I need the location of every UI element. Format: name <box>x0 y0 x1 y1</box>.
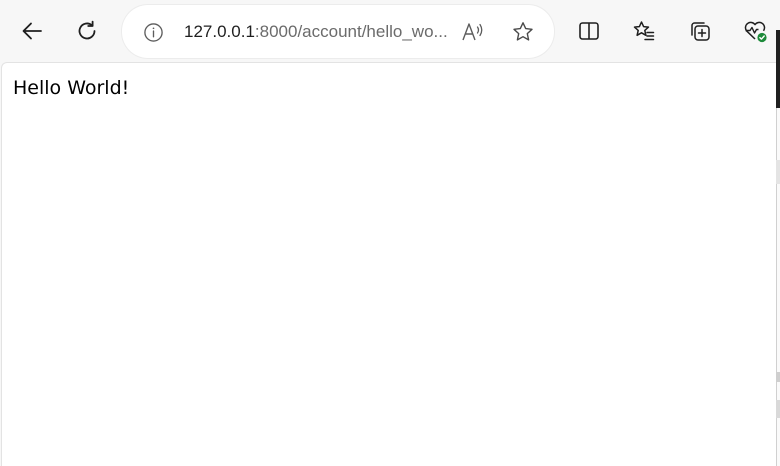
browser-essentials-icon <box>744 21 767 43</box>
favorites-icon <box>633 21 655 41</box>
window-edge <box>776 30 780 108</box>
url-host: 127.0.0.1 <box>184 22 255 41</box>
window-edge-line <box>776 400 780 418</box>
split-screen-button[interactable] <box>569 11 609 51</box>
window-edge-line <box>776 372 780 382</box>
info-icon[interactable] <box>142 21 164 43</box>
browser-window: 127.0.0.1:8000/account/hello_wo... Hello… <box>0 0 780 466</box>
page-content: Hello World! <box>1 62 776 466</box>
reload-button[interactable] <box>67 11 107 51</box>
address-bar[interactable]: 127.0.0.1:8000/account/hello_wo... <box>122 5 554 58</box>
url-path: :8000/account/hello_wo... <box>254 22 448 41</box>
reload-icon <box>78 20 96 40</box>
collections-icon <box>691 22 710 41</box>
back-arrow-icon <box>22 22 42 40</box>
collections-button[interactable] <box>680 11 720 51</box>
window-edge-line <box>776 160 780 184</box>
hello-text: Hello World! <box>13 77 130 99</box>
back-button[interactable] <box>12 11 52 51</box>
read-aloud-button[interactable] <box>458 19 488 45</box>
favorites-button[interactable] <box>624 11 664 51</box>
browser-essentials-button[interactable] <box>735 11 775 51</box>
star-icon <box>513 22 533 41</box>
split-screen-icon <box>579 22 599 40</box>
read-aloud-icon <box>462 23 483 41</box>
url-text[interactable]: 127.0.0.1:8000/account/hello_wo... <box>184 21 456 43</box>
add-favorite-button[interactable] <box>508 19 538 45</box>
browser-toolbar: 127.0.0.1:8000/account/hello_wo... <box>0 0 780 62</box>
